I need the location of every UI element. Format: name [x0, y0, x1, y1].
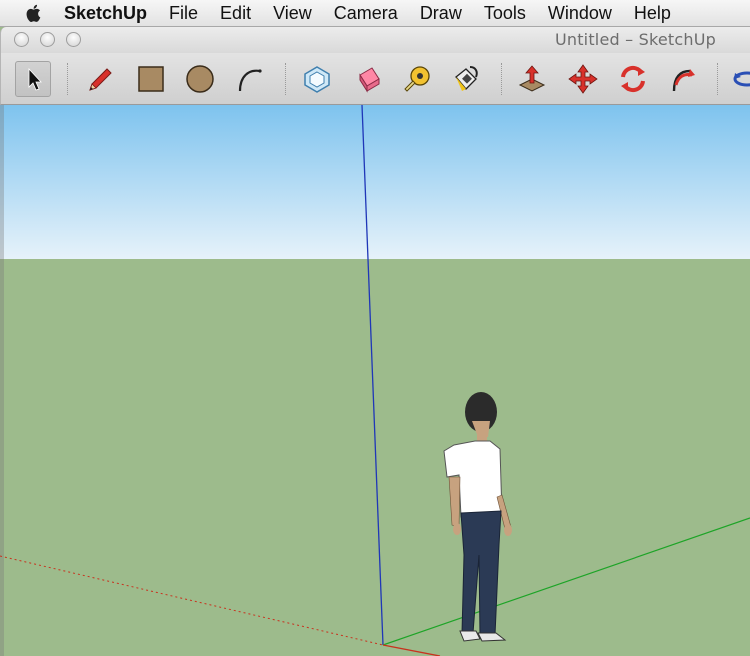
minimize-button[interactable] [40, 32, 55, 47]
menu-help[interactable]: Help [634, 0, 671, 27]
zoom-button[interactable] [66, 32, 81, 47]
arc-icon [238, 69, 262, 92]
rectangle-icon [138, 66, 164, 92]
make-component-icon [304, 66, 330, 93]
menu-view[interactable]: View [273, 0, 312, 27]
orbit-icon [733, 71, 750, 87]
rectangle-tool-button[interactable] [133, 61, 169, 97]
menu-file[interactable]: File [169, 0, 198, 27]
tape-measure-icon [404, 66, 430, 92]
axes-and-figure [0, 105, 750, 656]
make-component-tool-button[interactable] [299, 61, 335, 97]
rotate-icon [621, 65, 645, 93]
blue-axis [361, 105, 384, 646]
circle-tool-button[interactable] [182, 61, 218, 97]
arc-tool-button[interactable] [232, 61, 268, 97]
select-tool-button[interactable] [15, 61, 51, 97]
window-title: Untitled – SketchUp [554, 30, 716, 49]
menu-camera[interactable]: Camera [334, 0, 398, 27]
follow-me-tool-button[interactable] [664, 61, 700, 97]
move-tool-button[interactable] [565, 61, 601, 97]
paint-bucket-icon [455, 66, 478, 91]
tape-measure-tool-button[interactable] [399, 61, 435, 97]
toolbar [0, 53, 750, 105]
orbit-tool-button[interactable] [729, 61, 750, 97]
push-pull-icon [518, 65, 546, 92]
green-axis [382, 517, 750, 646]
menu-edit[interactable]: Edit [220, 0, 251, 27]
push-pull-tool-button[interactable] [514, 61, 550, 97]
menu-app-name[interactable]: SketchUp [64, 0, 147, 27]
eraser-tool-button[interactable] [350, 61, 386, 97]
pencil-icon [89, 68, 112, 91]
eraser-icon [359, 67, 380, 93]
pencil-tool-button[interactable] [82, 61, 118, 97]
title-bar[interactable]: Untitled – SketchUp [0, 27, 750, 53]
menu-tools[interactable]: Tools [484, 0, 526, 27]
sketchup-window: Untitled – SketchUp [0, 27, 750, 656]
rotate-tool-button[interactable] [615, 61, 651, 97]
apple-icon[interactable] [24, 2, 44, 24]
circle-icon [186, 65, 214, 93]
drawing-viewport[interactable] [0, 105, 750, 656]
red-axis-dotted [0, 555, 384, 646]
menu-bar: SketchUp File Edit View Camera Draw Tool… [0, 0, 750, 27]
menu-draw[interactable]: Draw [420, 0, 462, 27]
select-icon [28, 67, 42, 91]
close-button[interactable] [14, 32, 29, 47]
follow-me-icon [672, 69, 695, 92]
paint-bucket-tool-button[interactable] [448, 61, 484, 97]
red-axis [382, 644, 441, 656]
move-icon [568, 64, 598, 94]
menu-window[interactable]: Window [548, 0, 612, 27]
